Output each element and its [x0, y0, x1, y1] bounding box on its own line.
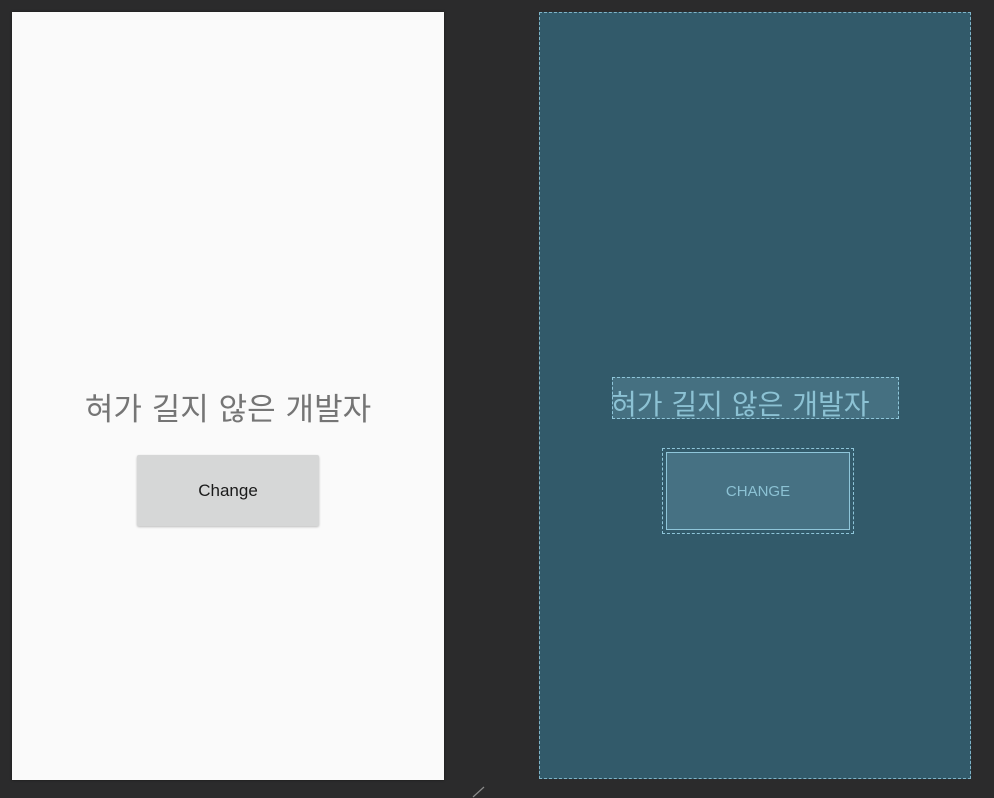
change-button[interactable]: Change: [137, 455, 319, 526]
blueprint-title-textview[interactable]: 혀가 길지 않은 개발자: [611, 377, 899, 421]
resize-handle-icon[interactable]: [472, 786, 486, 798]
blueprint-change-button[interactable]: CHANGE: [662, 448, 854, 534]
blueprint-title-label: 혀가 길지 않은 개발자: [611, 388, 870, 421]
blueprint-preview[interactable]: 혀가 길지 않은 개발자 CHANGE: [539, 12, 971, 779]
blueprint-change-button-label: CHANGE: [666, 452, 850, 530]
design-preview[interactable]: 혀가 길지 않은 개발자 Change: [12, 12, 444, 780]
layout-editor-canvas: 혀가 길지 않은 개발자 Change 혀가 길지 않은 개발자 CHANGE: [0, 0, 994, 798]
title-textview[interactable]: 혀가 길지 않은 개발자: [12, 384, 444, 429]
